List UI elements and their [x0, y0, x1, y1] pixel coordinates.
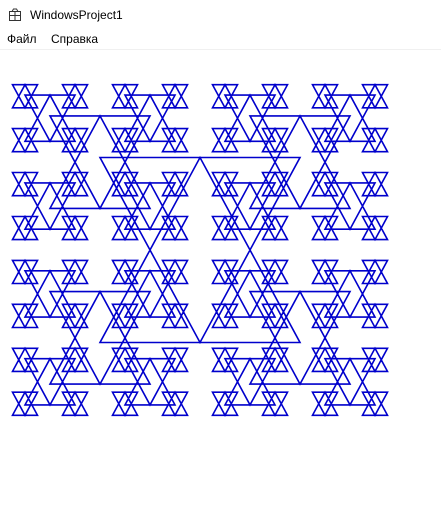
fractal-path — [11, 83, 389, 417]
drawing-canvas — [0, 50, 441, 514]
menu-item-help[interactable]: Справка — [51, 32, 98, 46]
title-bar[interactable]: WindowsProject1 — [0, 0, 441, 30]
window-title: WindowsProject1 — [30, 8, 123, 22]
fractal-drawing — [11, 83, 389, 417]
menu-bar: Файл Справка — [0, 30, 441, 50]
app-window-icon — [9, 8, 21, 21]
menu-item-file[interactable]: Файл — [7, 32, 37, 46]
